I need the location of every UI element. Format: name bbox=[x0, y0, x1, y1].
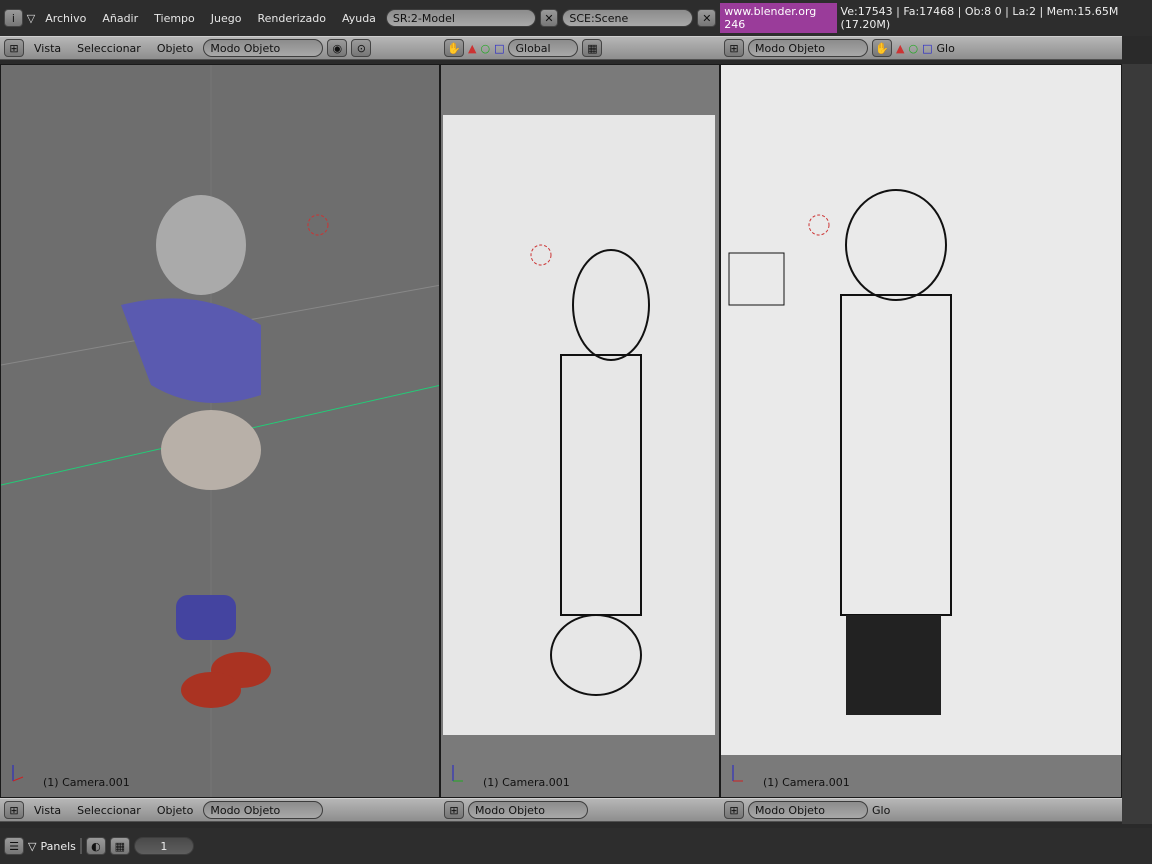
frame-field[interactable]: 1 bbox=[133, 837, 194, 855]
viewport-type-icon[interactable]: ⊞ bbox=[4, 39, 24, 57]
right-toolbar[interactable] bbox=[1122, 64, 1152, 824]
hand-icon-right[interactable]: ✋ bbox=[872, 39, 892, 57]
close-scene-button[interactable]: ✕ bbox=[697, 9, 717, 27]
screen-selector[interactable]: SR:2-Model bbox=[385, 9, 536, 27]
menu-seleccionar[interactable]: Seleccionar bbox=[71, 42, 147, 55]
collapse-icon[interactable]: ▽ bbox=[27, 12, 35, 25]
front-wireframe bbox=[728, 189, 952, 715]
blender-url[interactable]: www.blender.org 246 bbox=[720, 3, 837, 33]
viewport-type-icon-footer-middle[interactable]: ⊞ bbox=[444, 801, 464, 819]
scene-stats: Ve:17543 | Fa:17468 | Ob:8 0 | La:2 | Me… bbox=[840, 5, 1119, 31]
viewport-footer-middle: ⊞ Modo Objeto bbox=[440, 798, 720, 822]
close-screen-button[interactable]: ✕ bbox=[539, 9, 559, 27]
square-icon[interactable]: □ bbox=[494, 42, 504, 55]
buttons-window-type-icon[interactable]: ☰ bbox=[4, 837, 24, 855]
viewport-header-left: ⊞ Vista Seleccionar Objeto Modo Objeto ◉… bbox=[0, 36, 440, 60]
viewport-type-icon-footer-right[interactable]: ⊞ bbox=[724, 801, 744, 819]
viewport-header-right: ⊞ Modo Objeto ✋ ▲ ○ □ Glo bbox=[720, 36, 1122, 60]
character-model bbox=[121, 195, 271, 708]
viewport-label-left: (1) Camera.001 bbox=[43, 776, 130, 789]
scene-selector[interactable]: SCE:Scene bbox=[562, 9, 694, 27]
viewport-footer-left: ⊞ Vista Seleccionar Objeto Modo Objeto bbox=[0, 798, 440, 822]
circle-icon-right[interactable]: ○ bbox=[908, 42, 918, 55]
orientation-select[interactable]: Global bbox=[508, 39, 579, 57]
mode-select-footer-middle[interactable]: Modo Objeto bbox=[468, 801, 588, 819]
menu-renderizado[interactable]: Renderizado bbox=[251, 12, 331, 25]
menu-vista[interactable]: Vista bbox=[28, 42, 67, 55]
mode-select-footer-label: Modo Objeto bbox=[210, 803, 281, 817]
circle-icon[interactable]: ○ bbox=[480, 42, 490, 55]
side-wireframe bbox=[530, 244, 650, 696]
menu-vista-footer[interactable]: Vista bbox=[28, 804, 67, 817]
menu-ayuda[interactable]: Ayuda bbox=[336, 12, 382, 25]
menu-juego[interactable]: Juego bbox=[205, 12, 248, 25]
mode-select-right[interactable]: Modo Objeto bbox=[748, 39, 868, 57]
menu-archivo[interactable]: Archivo bbox=[39, 12, 92, 25]
draw-type-icon[interactable]: ◉ bbox=[327, 39, 348, 57]
triangle-icon[interactable]: ▲ bbox=[468, 42, 476, 55]
menu-objeto[interactable]: Objeto bbox=[151, 42, 200, 55]
viewport-footer-right: ⊞ Modo Objeto Glo bbox=[720, 798, 1122, 822]
orientation-short-footer[interactable]: Glo bbox=[872, 804, 890, 817]
layers-icon[interactable]: ▦ bbox=[582, 39, 603, 57]
orientation-label: Global bbox=[515, 41, 551, 55]
square-icon-right[interactable]: □ bbox=[922, 42, 932, 55]
frame-field-value: 1 bbox=[160, 839, 168, 853]
hand-icon[interactable]: ✋ bbox=[444, 39, 464, 57]
3d-cursor bbox=[307, 214, 329, 236]
menu-objeto-footer[interactable]: Objeto bbox=[151, 804, 200, 817]
viewport-perspective[interactable]: (1) Camera.001 bbox=[0, 64, 440, 798]
camera-icon[interactable]: ◐ bbox=[85, 837, 106, 855]
pivot-icon[interactable]: ⊙ bbox=[351, 39, 372, 57]
menu-seleccionar-footer[interactable]: Seleccionar bbox=[71, 804, 147, 817]
mode-select-label: Modo Objeto bbox=[210, 41, 281, 55]
panels-menu[interactable]: Panels bbox=[40, 840, 75, 853]
viewport-type-icon-footer[interactable]: ⊞ bbox=[4, 801, 24, 819]
viewport-label-middle: (1) Camera.001 bbox=[483, 776, 570, 789]
perspective-scene bbox=[1, 65, 439, 797]
triangle-icon-right[interactable]: ▲ bbox=[896, 42, 904, 55]
scene-selector-label: SCE:Scene bbox=[569, 11, 629, 25]
buttons-window-header: ☰ ▽ Panels ◐ ▦ 1 bbox=[0, 828, 1152, 864]
viewport-type-icon-right[interactable]: ⊞ bbox=[724, 39, 744, 57]
orientation-short[interactable]: Glo bbox=[936, 42, 954, 55]
grid-icon[interactable]: ▦ bbox=[109, 837, 130, 855]
mode-select-footer-middle-label: Modo Objeto bbox=[475, 803, 545, 817]
collapse-icon-bottom[interactable]: ▽ bbox=[28, 840, 36, 853]
axis-gizmo bbox=[12, 765, 24, 782]
info-icon[interactable]: i bbox=[4, 9, 23, 27]
info-header: i ▽ Archivo Añadir Tiempo Juego Renderiz… bbox=[0, 0, 1152, 36]
screen-selector-label: SR:2-Model bbox=[392, 11, 455, 25]
viewport-side[interactable]: (1) Camera.001 bbox=[440, 64, 720, 798]
menu-tiempo[interactable]: Tiempo bbox=[148, 12, 201, 25]
mode-select-footer-right-label: Modo Objeto bbox=[755, 803, 825, 817]
axis-gizmo-side bbox=[452, 765, 463, 782]
mode-select-footer[interactable]: Modo Objeto bbox=[203, 801, 324, 819]
mode-select-right-label: Modo Objeto bbox=[755, 41, 825, 55]
mode-select[interactable]: Modo Objeto bbox=[203, 39, 324, 57]
mode-select-footer-right[interactable]: Modo Objeto bbox=[748, 801, 868, 819]
viewport-front[interactable]: (1) Camera.001 bbox=[720, 64, 1122, 798]
viewport-header-middle: ✋ ▲ ○ □ Global ▦ bbox=[440, 36, 720, 60]
axis-gizmo-front bbox=[732, 765, 743, 782]
viewport-label-right: (1) Camera.001 bbox=[763, 776, 850, 789]
divider bbox=[79, 838, 82, 854]
menu-anadir[interactable]: Añadir bbox=[96, 12, 144, 25]
